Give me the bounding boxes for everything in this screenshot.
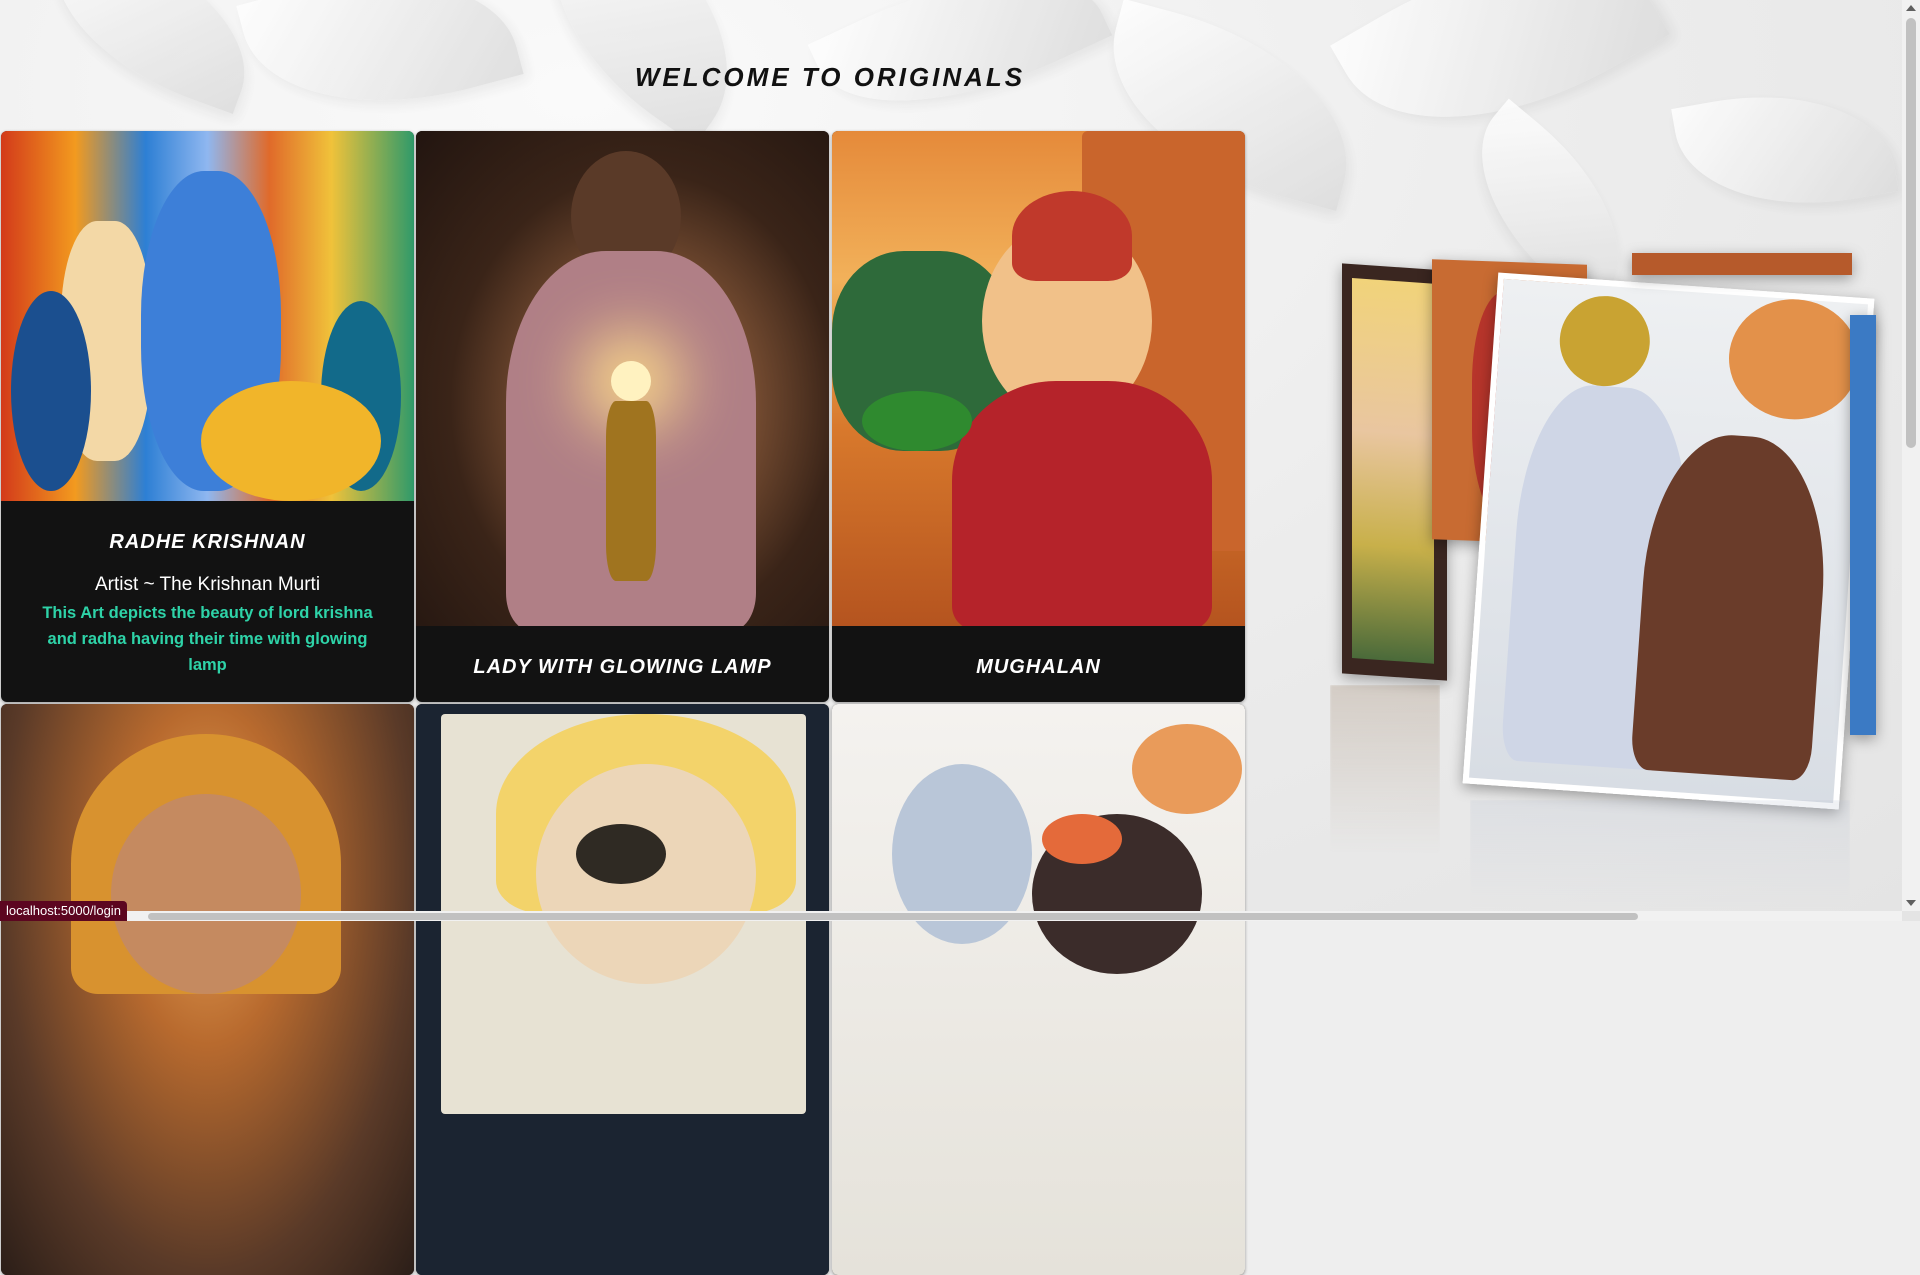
art-card[interactable]: RADHE KRISHNAN Artist ~ The Krishnan Mur…	[1, 131, 414, 702]
artwork-image	[1, 704, 414, 1275]
artwork-image	[832, 131, 1245, 626]
art-card[interactable]	[832, 704, 1245, 1275]
card-title: MUGHALAN	[976, 656, 1101, 678]
gallery-carousel[interactable]	[1310, 253, 1876, 910]
scrollbar-thumb[interactable]	[1906, 18, 1916, 448]
artwork-image	[416, 704, 829, 1275]
gallery-frame[interactable]	[1632, 253, 1852, 275]
card-description: This Art depicts the beauty of lord kris…	[42, 604, 373, 674]
art-card[interactable]: MUGHALAN	[832, 131, 1245, 702]
card-body	[416, 1199, 829, 1275]
card-body: RADHE KRISHNAN Artist ~ The Krishnan Mur…	[1, 501, 414, 702]
art-card[interactable]	[1, 704, 414, 1275]
card-body	[1, 1199, 414, 1275]
gallery-reflection	[1330, 685, 1440, 855]
gallery-reflection	[1470, 800, 1850, 910]
card-body: MUGHALAN	[832, 626, 1245, 702]
artwork-image	[416, 131, 829, 626]
scroll-up-arrow-icon[interactable]	[1906, 5, 1916, 11]
art-card[interactable]	[416, 704, 829, 1275]
gallery-frame[interactable]	[1462, 272, 1875, 810]
artwork-image	[1, 131, 414, 501]
scroll-down-arrow-icon[interactable]	[1906, 900, 1916, 906]
page-title: WELCOME TO ORIGINALS	[634, 62, 1026, 92]
card-title: RADHE KRISHNAN	[109, 531, 306, 553]
art-card[interactable]: LADY WITH GLOWING LAMP	[416, 131, 829, 702]
scrollbar-thumb[interactable]	[148, 913, 1638, 920]
status-url-tooltip: localhost:5000/login	[0, 901, 127, 921]
card-title: LADY WITH GLOWING LAMP	[473, 656, 772, 678]
card-body: LADY WITH GLOWING LAMP	[416, 626, 829, 702]
gallery-frame[interactable]	[1850, 315, 1876, 735]
vertical-scrollbar[interactable]	[1902, 0, 1920, 911]
card-body	[832, 1199, 1245, 1275]
horizontal-scrollbar[interactable]	[0, 911, 1902, 921]
artwork-image	[832, 704, 1245, 1275]
card-artist: Artist ~ The Krishnan Murti	[94, 574, 321, 595]
